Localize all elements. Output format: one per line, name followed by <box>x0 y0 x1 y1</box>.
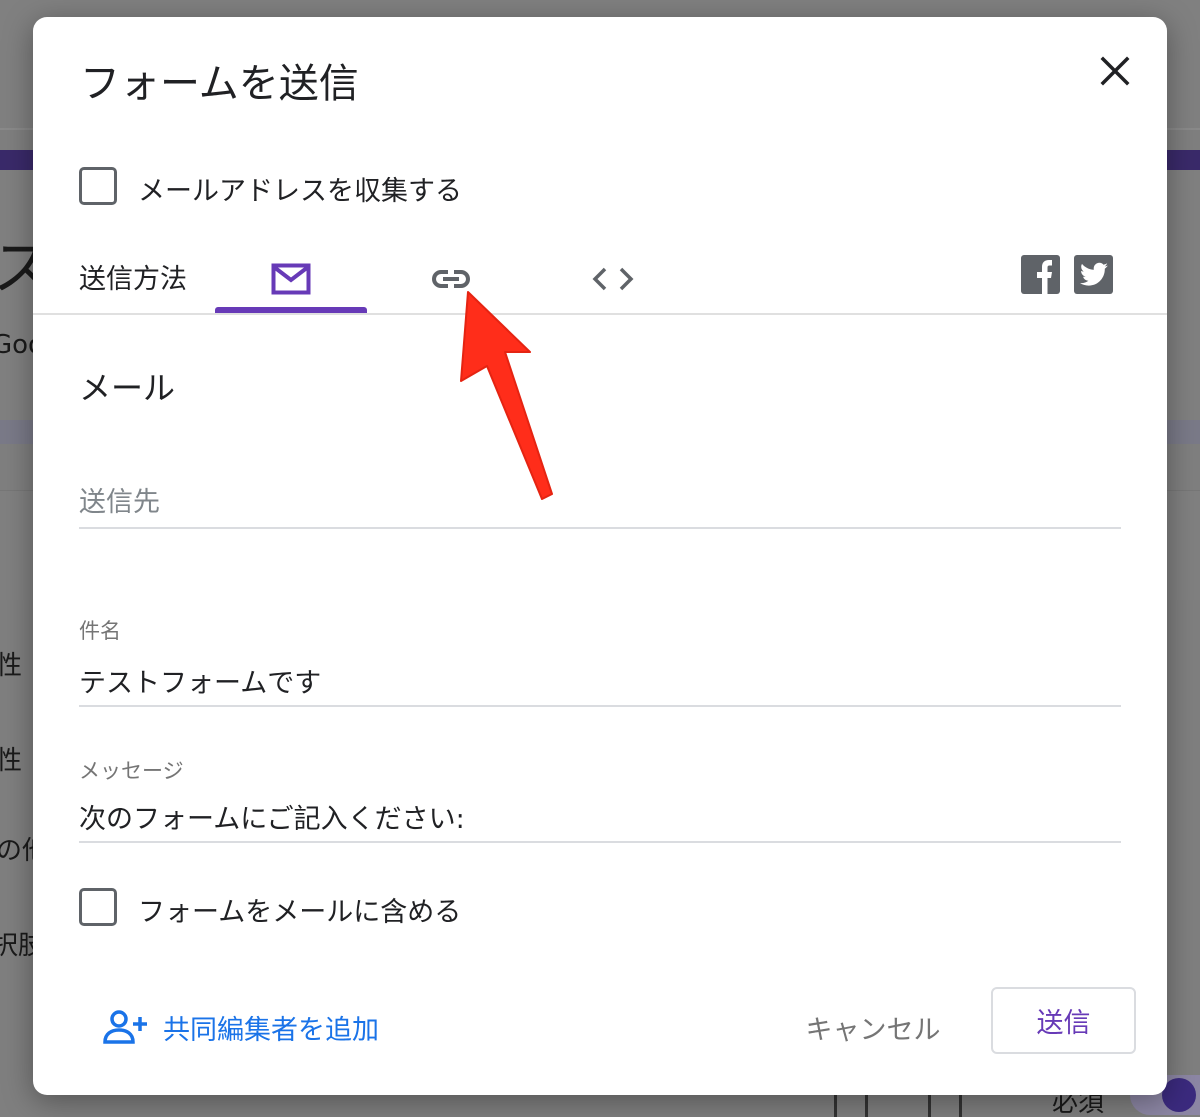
facebook-icon <box>1037 260 1052 294</box>
include-form-checkbox[interactable] <box>79 888 117 926</box>
subject-label: 件名 <box>79 619 121 643</box>
message-field[interactable]: 次のフォームにご記入ください: <box>79 797 1121 837</box>
link-icon <box>432 270 470 288</box>
tab-link[interactable] <box>375 245 527 313</box>
collect-email-checkbox[interactable] <box>79 167 117 205</box>
send-via-label: 送信方法 <box>79 264 187 295</box>
include-form-label: フォームをメールに含める <box>138 897 462 928</box>
section-title: メール <box>79 369 176 407</box>
send-button[interactable]: 送信 <box>991 987 1136 1054</box>
tab-email[interactable] <box>215 245 367 313</box>
required-toggle-thumb <box>1162 1078 1196 1112</box>
background-text: 性 <box>0 651 23 681</box>
tab-embed[interactable] <box>537 245 689 313</box>
add-person-icon <box>103 1010 147 1044</box>
twitter-icon <box>1079 262 1108 286</box>
close-icon <box>1100 56 1130 86</box>
subject-underline <box>79 705 1121 707</box>
collect-email-label: メールアドレスを収集する <box>138 176 462 207</box>
dialog-title: フォームを送信 <box>80 61 359 107</box>
cancel-button[interactable]: キャンセル <box>798 999 948 1055</box>
mail-icon <box>271 263 311 295</box>
embed-code-icon <box>592 267 634 291</box>
recipient-underline <box>79 527 1121 529</box>
share-facebook-button[interactable] <box>1021 255 1060 294</box>
share-twitter-button[interactable] <box>1074 255 1113 294</box>
add-collaborators-button[interactable]: 共同編集者を追加 <box>103 1007 379 1047</box>
message-underline <box>79 841 1121 843</box>
subject-field[interactable]: テストフォームです <box>79 661 1121 701</box>
close-button[interactable] <box>1095 51 1135 91</box>
recipient-field[interactable] <box>79 482 1121 522</box>
send-form-dialog: フォームを送信 メールアドレスを収集する 送信方法 メール 送信先 件名 テスト… <box>33 17 1167 1095</box>
background-text: 性 <box>0 746 23 776</box>
tab-divider <box>33 313 1167 315</box>
message-label: メッセージ <box>79 759 184 783</box>
add-collaborators-label: 共同編集者を追加 <box>163 1014 379 1046</box>
